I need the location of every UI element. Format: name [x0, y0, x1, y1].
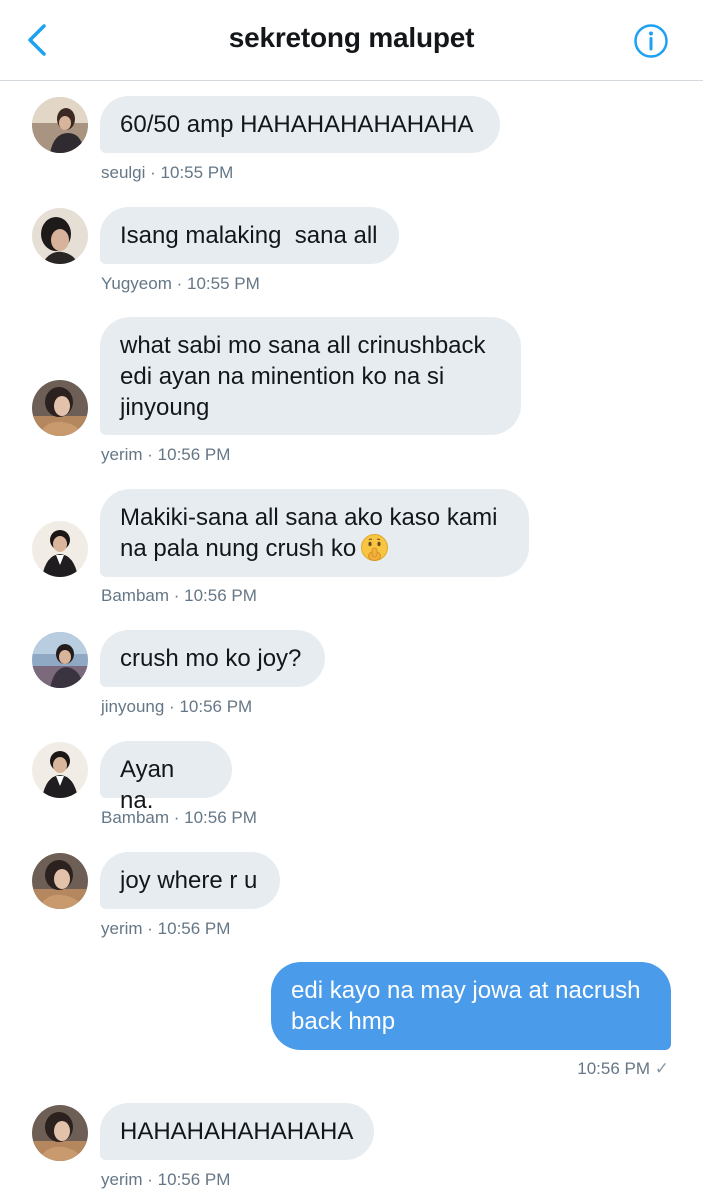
message-text-line: Makiki-sana all sana ako kaso kami — [120, 504, 498, 531]
avatar-image — [32, 1105, 88, 1161]
message-bubble[interactable]: what sabi mo sana all crinushback edi ay… — [100, 317, 521, 435]
message-time: 10:56 PM — [157, 919, 231, 938]
message-bubble[interactable]: Isang malaking sana all — [100, 207, 399, 264]
message-text-line: back hmp — [291, 1008, 396, 1035]
avatar-yerim[interactable] — [32, 853, 88, 909]
message-text: joy where r u — [120, 867, 258, 894]
message-meta: seulgi · 10:55 PM — [101, 163, 233, 183]
own-message-meta: 10:56 PM ✓ — [577, 1059, 669, 1079]
shushing-face-emoji — [360, 533, 389, 562]
message-text: Ayan na. — [120, 756, 175, 814]
avatar-image — [32, 742, 88, 798]
message-text-line: jinyoung — [120, 394, 210, 421]
message-bubble[interactable]: joy where r u — [100, 852, 280, 909]
avatar-bambam[interactable] — [32, 521, 88, 577]
sender-name[interactable]: yerim — [101, 919, 143, 938]
message-meta: jinyoung · 10:56 PM — [101, 697, 252, 717]
avatar-seulgi[interactable] — [32, 97, 88, 153]
meta-separator: · — [145, 163, 161, 182]
message-time: 10:55 PM — [187, 274, 260, 293]
meta-separator: · — [164, 697, 180, 716]
sender-name[interactable]: jinyoung — [101, 697, 164, 716]
sender-name[interactable]: yerim — [101, 445, 143, 464]
message-bubble[interactable]: Ayan na. — [100, 741, 232, 814]
avatar-jinyoung[interactable] — [32, 632, 88, 688]
message-meta: yerim · 10:56 PM — [101, 445, 230, 465]
sender-name[interactable]: seulgi — [101, 163, 145, 182]
message-text-line: na pala nung crush ko — [120, 535, 357, 562]
message-text: Isang malaking sana all — [120, 222, 378, 249]
own-message-bubble[interactable]: edi kayo na may jowa at nacrush back hmp — [271, 962, 671, 1050]
message-bubble[interactable]: 60/50 amp HAHAHAHAHAHAHA — [100, 96, 500, 153]
message-time: 10:56 PM — [157, 445, 231, 464]
message-meta: Bambam · 10:56 PM — [101, 808, 257, 828]
read-status-check-icon: ✓ — [654, 1059, 669, 1078]
avatar-image — [32, 208, 88, 264]
avatar-yugyeom[interactable] — [32, 208, 88, 264]
avatar-image — [32, 521, 88, 577]
info-button[interactable] — [633, 23, 669, 59]
message-meta: Bambam · 10:56 PM — [101, 586, 257, 606]
message-time: 10:56 PM — [179, 697, 253, 716]
sender-name[interactable]: Bambam — [101, 586, 169, 605]
message-meta: yerim · 10:56 PM — [101, 919, 230, 939]
meta-separator: · — [142, 445, 158, 464]
message-bubble[interactable]: HAHAHAHAHAHAHA — [100, 1103, 374, 1160]
sender-name[interactable]: Yugyeom — [101, 274, 172, 293]
meta-separator: · — [142, 1170, 158, 1189]
avatar-image — [32, 97, 88, 153]
message-text-line: edi kayo na may jowa at nacrush — [291, 977, 641, 1004]
conversation-header: sekretong malupet — [0, 0, 703, 81]
avatar-image — [32, 380, 88, 436]
meta-separator: · — [169, 808, 185, 827]
avatar-yerim[interactable] — [32, 380, 88, 436]
info-circle-icon — [634, 24, 668, 58]
conversation-title: sekretong malupet — [228, 22, 475, 53]
message-time: 10:56 PM — [157, 1170, 231, 1189]
message-time: 10:56 PM — [184, 808, 257, 827]
message-text: HAHAHAHAHAHAHA — [120, 1118, 354, 1145]
sender-name[interactable]: Bambam — [101, 808, 169, 827]
avatar-image — [32, 853, 88, 909]
message-time: 10:55 PM — [160, 163, 234, 182]
sender-name[interactable]: yerim — [101, 1170, 143, 1189]
message-meta: Yugyeom · 10:55 PM — [101, 274, 260, 294]
message-time: 10:56 PM — [184, 586, 257, 605]
message-text-line: what sabi mo sana all crinushback — [120, 332, 486, 359]
meta-separator: · — [142, 919, 158, 938]
message-text-line: edi ayan na minention ko na si — [120, 363, 445, 390]
message-text: 60/50 amp HAHAHAHAHAHAHA — [120, 111, 474, 138]
avatar-image — [32, 632, 88, 688]
avatar-bambam[interactable] — [32, 742, 88, 798]
message-meta: yerim · 10:56 PM — [101, 1170, 230, 1190]
message-bubble[interactable]: Makiki-sana all sana ako kaso kami na pa… — [100, 489, 529, 577]
meta-separator: · — [171, 274, 187, 293]
message-text-line-wrap: na pala nung crush ko — [120, 533, 509, 564]
message-text: crush mo ko joy? — [120, 645, 302, 672]
meta-separator: · — [169, 586, 185, 605]
avatar-yerim[interactable] — [32, 1105, 88, 1161]
message-time: 10:56 PM — [577, 1059, 651, 1078]
message-bubble[interactable]: crush mo ko joy? — [100, 630, 325, 687]
